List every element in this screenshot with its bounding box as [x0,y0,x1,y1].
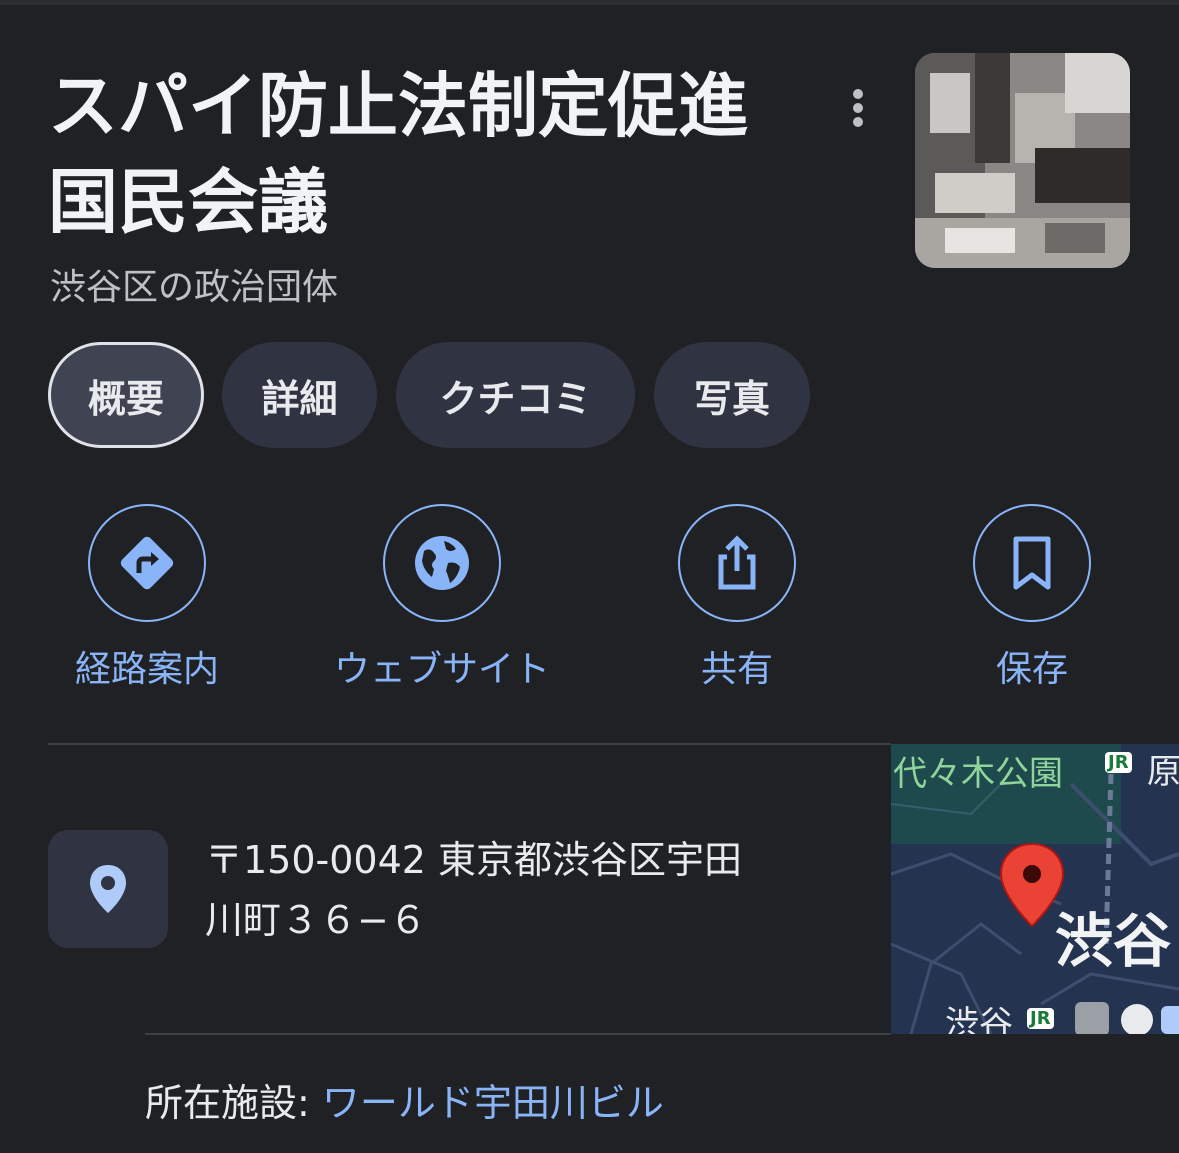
share-label: 共有 [700,649,773,690]
place-category: 渋谷区の政治団体 [50,267,339,308]
more-options-icon[interactable] [840,88,876,128]
address-line1: 〒150-0042 東京都渋谷区宇田 [205,838,743,882]
website-button[interactable]: ウェブサイト [322,504,562,692]
share-icon [718,535,756,590]
save-circle [973,504,1091,622]
share-circle [678,504,796,622]
facility-row: 所在施設: ワールド宇田川ビル [145,1072,664,1127]
map-label-area: 渋谷 [1055,907,1172,975]
directions-label: 経路案内 [74,649,219,690]
save-label: 保存 [995,649,1068,690]
save-button[interactable]: 保存 [912,504,1152,692]
facility-label: 所在施設: [145,1081,322,1125]
map-label-partial: 原 [1147,752,1179,792]
jr-badge-top: JR [1105,752,1132,773]
section-divider [48,743,891,745]
tab-overview[interactable]: 概要 [48,342,204,448]
address-divider [145,1033,891,1035]
map-label-park: 代々木公園 [893,754,1063,794]
location-pin-icon [48,830,168,948]
place-title-line2: 国民会議 [48,161,328,243]
subway-icon [1075,1002,1109,1034]
address-text[interactable]: 〒150-0042 東京都渋谷区宇田 川町３６−６ [205,830,845,950]
place-photo-thumbnail[interactable] [915,53,1130,268]
top-edge [0,0,1179,5]
bookmark-icon [1013,536,1051,590]
place-title-line1: スパイ防止法制定促進 [48,65,748,147]
website-label: ウェブサイト [333,649,550,690]
facility-link[interactable]: ワールド宇田川ビル [322,1081,664,1125]
address-line2: 川町３６−６ [205,898,427,942]
tab-reviews[interactable]: クチコミ [396,342,635,448]
globe-icon [415,536,469,590]
website-circle [383,504,501,622]
metro-icon [1121,1004,1153,1034]
directions-button[interactable]: 経路案内 [27,504,267,692]
tab-photos[interactable]: 写真 [654,342,810,448]
share-button[interactable]: 共有 [617,504,857,692]
jr-badge-bottom: JR [1027,1008,1054,1029]
place-title: スパイ防止法制定促進 国民会議 [48,58,808,250]
map-thumbnail[interactable]: 代々木公園 JR 原 渋谷 渋谷 JR [891,744,1179,1034]
directions-icon [120,536,174,590]
map-label-station: 渋谷 [945,1004,1013,1034]
metro-icon-2 [1161,1006,1179,1034]
directions-circle [88,504,206,622]
tab-details[interactable]: 詳細 [222,342,377,448]
